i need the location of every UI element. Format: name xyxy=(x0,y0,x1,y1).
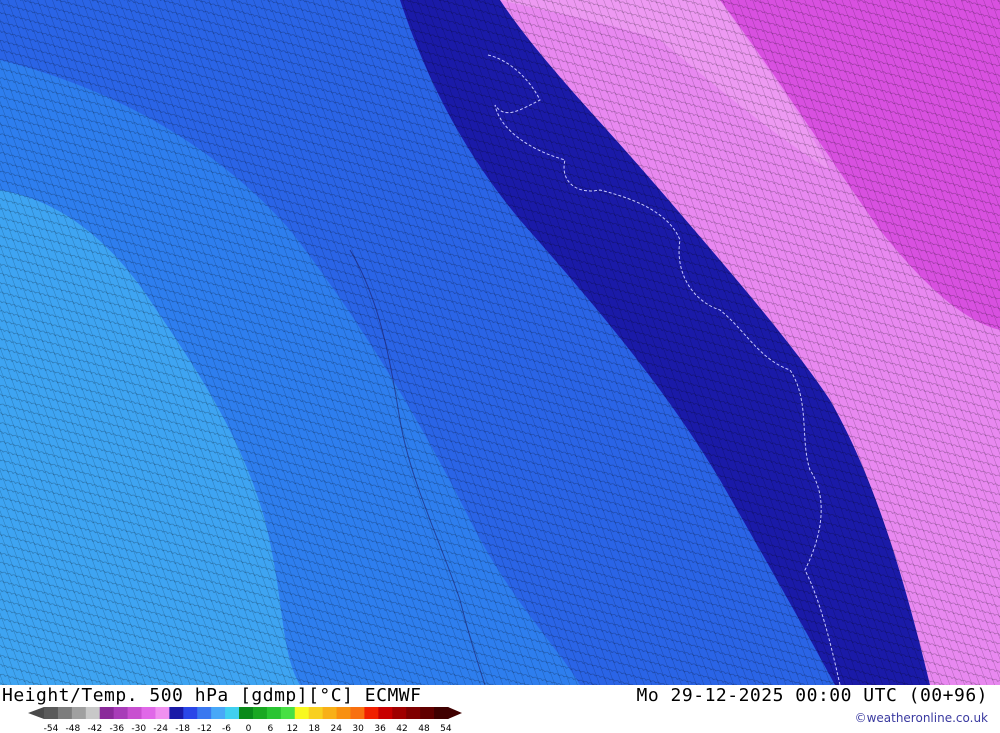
legend-swatch xyxy=(71,707,87,719)
legend-tick-label: 12 xyxy=(287,724,298,733)
legend-tick-label: -6 xyxy=(222,724,231,733)
legend-tick-label: 18 xyxy=(309,724,321,733)
legend-tick-label: 0 xyxy=(246,724,252,733)
weather-map-page: Height/Temp. 500 hPa [gdmp][°C] ECMWF Mo… xyxy=(0,0,1000,733)
legend-tick-label: -36 xyxy=(109,724,124,733)
legend-tick-label: 30 xyxy=(352,724,364,733)
legend-swatch xyxy=(183,707,198,719)
legend-swatch xyxy=(336,707,351,719)
legend-tick-label: 54 xyxy=(440,724,452,733)
legend-swatch xyxy=(392,707,407,719)
legend-swatch xyxy=(85,707,101,719)
legend-swatch xyxy=(155,707,170,719)
temperature-map xyxy=(0,0,1000,685)
legend-tick-label: -12 xyxy=(197,724,212,733)
legend-tick-label: -54 xyxy=(44,724,59,733)
legend-swatch xyxy=(350,707,365,719)
forecast-datetime: Mo 29-12-2025 00:00 UTC (00+96) xyxy=(636,685,988,706)
legend-swatch xyxy=(211,707,226,719)
legend-tick-label: -30 xyxy=(131,724,146,733)
legend-swatch xyxy=(406,707,421,719)
legend-swatch xyxy=(57,707,73,719)
legend-tick-label: 36 xyxy=(374,724,386,733)
credit-link[interactable]: ©weatheronline.co.uk xyxy=(855,711,988,725)
legend-tick-label: -18 xyxy=(175,724,190,733)
legend-swatch xyxy=(113,707,129,719)
legend-swatch xyxy=(308,707,324,719)
legend-swatch xyxy=(266,707,282,719)
footer: Height/Temp. 500 hPa [gdmp][°C] ECMWF Mo… xyxy=(0,685,1000,733)
legend-swatch xyxy=(434,707,449,719)
legend-tick-label: 42 xyxy=(396,724,407,733)
legend-arrow-right xyxy=(448,707,462,719)
legend-tick-label: -42 xyxy=(87,724,102,733)
legend-swatch xyxy=(169,707,184,719)
legend-swatch xyxy=(127,707,143,719)
map-title: Height/Temp. 500 hPa [gdmp][°C] ECMWF xyxy=(2,685,422,706)
legend-tick-label: 24 xyxy=(330,724,342,733)
legend-swatch xyxy=(225,707,240,719)
legend-swatch xyxy=(294,707,310,719)
legend-swatch xyxy=(44,707,59,719)
legend-swatch xyxy=(322,707,338,719)
legend-swatch xyxy=(197,707,212,719)
legend-swatch xyxy=(420,707,435,719)
legend-tick-label: -24 xyxy=(153,724,168,733)
legend-swatch xyxy=(141,707,156,719)
legend-tick-label: 6 xyxy=(268,724,274,733)
color-scale-legend: -54 -48 -42 -36 -30 -24 -18 -12 -6 0 6 12 18 24 30 36 42… xyxy=(28,707,462,733)
legend-swatch xyxy=(99,707,115,719)
legend-tick-label: -48 xyxy=(66,724,81,733)
legend-tick-label: 48 xyxy=(418,724,430,733)
contour-hatching-secondary xyxy=(0,0,1000,685)
legend-arrow-left xyxy=(28,707,44,719)
legend-swatch xyxy=(252,707,268,719)
legend-swatch xyxy=(280,707,296,719)
legend-color-bar xyxy=(28,707,462,719)
legend-tick-labels: -54 -48 -42 -36 -30 -24 -18 -12 -6 0 6 12 18 24 30 36 42… xyxy=(44,724,452,733)
legend-swatch xyxy=(364,707,379,719)
legend-swatch xyxy=(378,707,393,719)
legend-swatch xyxy=(239,707,254,719)
